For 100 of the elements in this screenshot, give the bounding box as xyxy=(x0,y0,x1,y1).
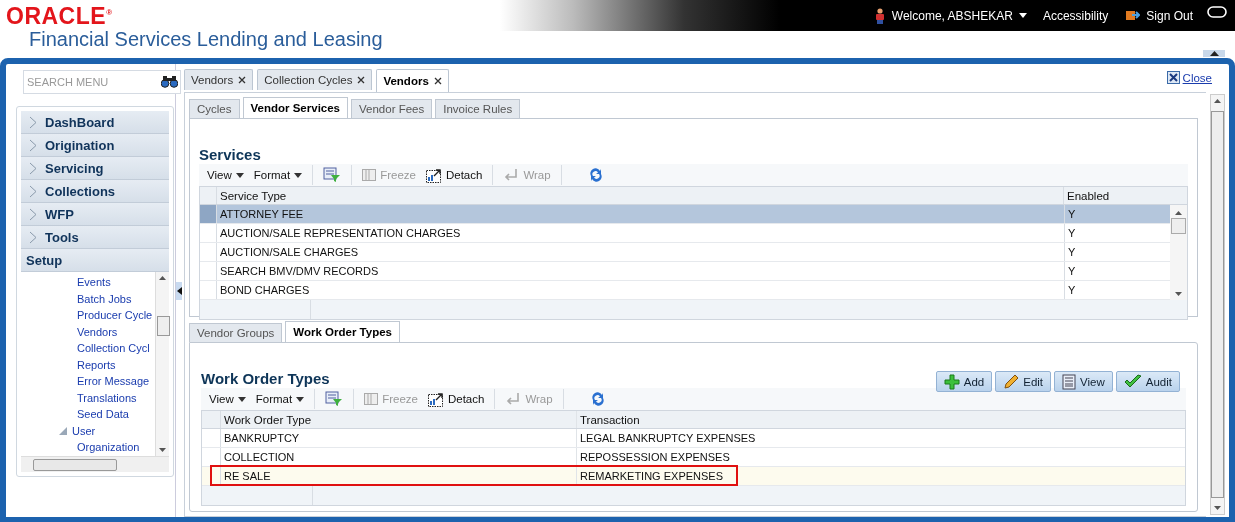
close-icon xyxy=(1166,71,1180,84)
column-header[interactable]: Work Order Type xyxy=(221,413,576,426)
table-cell: REMARKETING EXPENSES xyxy=(576,467,1185,485)
action-button[interactable]: Audit xyxy=(1115,371,1180,392)
toolbar-menu[interactable]: Format xyxy=(253,169,303,181)
chevron-icon xyxy=(29,115,37,129)
menu-section-header[interactable]: DashBoard xyxy=(21,111,169,134)
scroll-up-icon[interactable] xyxy=(1214,99,1221,103)
vertical-scrollbar[interactable] xyxy=(155,272,169,456)
chevron-icon xyxy=(29,184,37,198)
table-row[interactable]: AUCTION/SALE CHARGES Y xyxy=(200,243,1170,262)
table-row[interactable]: COLLECTION REPOSSESSION EXPENSES xyxy=(202,448,1185,467)
vertical-scrollbar[interactable] xyxy=(1210,94,1225,515)
scroll-down-icon[interactable] xyxy=(1175,292,1182,296)
horizontal-scrollbar[interactable] xyxy=(21,456,169,472)
sign-out-icon xyxy=(1126,9,1141,22)
action-button[interactable]: View xyxy=(1054,371,1113,392)
menu-link[interactable]: Batch Jobs xyxy=(21,290,155,307)
scroll-down-icon[interactable] xyxy=(1214,506,1221,510)
menu-link[interactable]: Vendors xyxy=(21,323,155,340)
expand-triangle-icon[interactable] xyxy=(59,426,67,435)
menu-link[interactable]: Error Message xyxy=(21,373,155,390)
toolbar-menu[interactable]: View xyxy=(207,169,244,181)
sub-tab[interactable]: Vendor Groups xyxy=(189,323,283,342)
table-row[interactable]: BANKRUPTCY LEGAL BANKRUPTCY EXPENSES xyxy=(202,429,1185,448)
collapse-header-button[interactable] xyxy=(1203,50,1225,57)
menu-section-header[interactable]: WFP xyxy=(21,203,169,226)
table-row[interactable]: RE SALE REMARKETING EXPENSES xyxy=(202,467,1185,486)
caret-icon xyxy=(296,396,305,402)
menu-link[interactable]: Collection Cycl xyxy=(21,340,155,357)
scroll-thumb[interactable] xyxy=(157,316,170,336)
refresh-icon[interactable] xyxy=(589,391,606,407)
document-tab[interactable]: Vendors xyxy=(184,69,254,90)
menu-section-header[interactable]: Setup xyxy=(21,249,169,272)
detach-button[interactable]: Detach xyxy=(425,167,483,183)
detach-button[interactable]: Detach xyxy=(427,391,485,407)
caret-icon[interactable] xyxy=(1018,13,1027,18)
document-tab[interactable]: Collection Cycles xyxy=(257,69,373,90)
close-icon[interactable] xyxy=(238,76,247,84)
menu-section-header[interactable]: Servicing xyxy=(21,157,169,180)
toolbar-menu[interactable]: Format xyxy=(255,393,305,405)
refresh-icon[interactable] xyxy=(587,167,604,183)
section-title: Work Order Types xyxy=(201,369,330,388)
menu-link[interactable]: Events xyxy=(21,274,155,291)
sub-tab[interactable]: Cycles xyxy=(189,99,240,118)
table-cell-text: BANKRUPTCY xyxy=(223,432,301,444)
action-button[interactable]: Add xyxy=(935,371,993,392)
document-tab[interactable]: Vendors xyxy=(376,69,449,92)
table-row[interactable]: SEARCH BMV/DMV RECORDS Y xyxy=(200,262,1170,281)
plus-icon xyxy=(943,373,960,390)
menu-link[interactable]: Translations xyxy=(21,389,155,406)
menu-link[interactable]: Producer Cycle xyxy=(21,307,155,324)
scroll-up-icon[interactable] xyxy=(159,276,166,280)
action-button[interactable]: Edit xyxy=(995,371,1052,392)
filter-icon[interactable] xyxy=(325,391,344,407)
columns-icon xyxy=(362,168,377,182)
menu-section-header[interactable]: Tools xyxy=(21,226,169,249)
column-header[interactable]: Service Type xyxy=(217,189,1063,202)
collapse-sidebar-button[interactable] xyxy=(176,282,182,300)
menu-link[interactable]: Organization xyxy=(21,439,155,456)
scroll-up-icon[interactable] xyxy=(1175,211,1182,215)
sub-tab[interactable]: Invoice Rules xyxy=(435,99,521,118)
pencil-icon xyxy=(1003,373,1020,390)
scroll-thumb[interactable] xyxy=(33,459,117,471)
scroll-down-icon[interactable] xyxy=(159,448,166,452)
sub-tab[interactable]: Vendor Fees xyxy=(351,99,433,118)
columns-icon xyxy=(364,392,379,406)
menu-link[interactable]: Reports xyxy=(21,356,155,373)
chevron-icon xyxy=(29,138,37,152)
binoculars-icon[interactable] xyxy=(161,75,178,88)
table-row[interactable]: BOND CHARGES Y xyxy=(200,281,1170,300)
welcome-menu[interactable]: Welcome, ABSHEKAR xyxy=(891,8,1013,23)
column-header[interactable]: Transaction xyxy=(576,411,1185,428)
menu-folder[interactable]: User xyxy=(72,422,96,439)
close-icon[interactable] xyxy=(357,76,366,84)
close-button[interactable]: Close xyxy=(1166,71,1212,84)
caret-icon xyxy=(237,396,246,402)
vertical-scrollbar[interactable] xyxy=(1170,205,1187,300)
sub-tab[interactable]: Work Order Types xyxy=(285,321,400,342)
search-field[interactable]: SEARCH MENU xyxy=(23,70,181,94)
table-cell-text: ATTORNEY FEE xyxy=(219,208,305,220)
table-row[interactable]: ATTORNEY FEE Y xyxy=(200,205,1170,224)
menu-section-header[interactable]: Collections xyxy=(21,180,169,203)
filter-icon[interactable] xyxy=(323,167,342,183)
row-header-cell[interactable] xyxy=(200,205,217,223)
accessibility-link[interactable]: Accessibility xyxy=(1042,8,1109,23)
menu-section-header[interactable]: Origination xyxy=(21,134,169,157)
chevron-icon xyxy=(29,161,37,175)
column-header[interactable]: Enabled xyxy=(1063,187,1169,204)
scroll-thumb[interactable] xyxy=(1211,111,1224,498)
menu-link[interactable]: Seed Data xyxy=(21,406,155,423)
close-icon[interactable] xyxy=(433,77,442,85)
detach-icon xyxy=(425,167,442,183)
scroll-thumb[interactable] xyxy=(1171,218,1186,234)
sign-out-link[interactable]: Sign Out xyxy=(1146,8,1193,23)
chevron-icon xyxy=(29,207,37,221)
table-row[interactable]: AUCTION/SALE REPRESENTATION CHARGES Y xyxy=(200,224,1170,243)
toolbar-menu[interactable]: View xyxy=(209,393,246,405)
sub-tab[interactable]: Vendor Services xyxy=(242,97,348,118)
person-icon xyxy=(873,7,886,24)
